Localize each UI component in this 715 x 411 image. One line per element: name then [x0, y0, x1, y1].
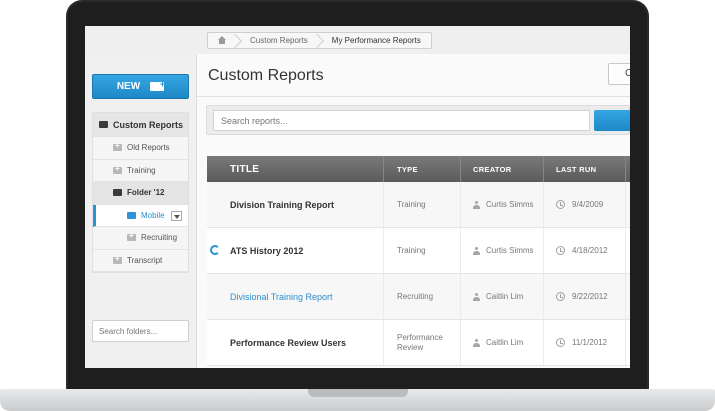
folder-icon: [127, 211, 136, 219]
user-icon: [473, 246, 480, 255]
search-button[interactable]: [594, 110, 630, 131]
report-creator: Curtis Simms: [461, 228, 544, 273]
table-header: TITLE TYPE CREATOR LAST RUN: [207, 156, 630, 182]
report-type: Training: [384, 182, 461, 227]
main-content: Custom Reports C TITLE TYPE CREATOR LAST…: [197, 54, 630, 368]
column-header-type[interactable]: TYPE: [384, 156, 461, 182]
report-creator: Curtis Simms: [461, 182, 544, 227]
folder-options-dropdown[interactable]: [171, 210, 182, 221]
creator-name: Curtis Simms: [486, 246, 534, 255]
folder-plus-icon: [113, 141, 122, 152]
divider: [197, 96, 630, 97]
table-row[interactable]: Divisional Training Report Recruiting Ca…: [207, 274, 630, 320]
tree-item-label: Transcript: [127, 255, 163, 265]
user-icon: [473, 292, 480, 301]
clock-icon: [556, 200, 565, 209]
report-creator: Caitlin Lim: [461, 274, 544, 319]
folder-search-input[interactable]: [92, 320, 189, 342]
clock-icon: [556, 246, 565, 255]
new-button[interactable]: NEW: [92, 74, 189, 99]
last-run-date: 9/22/2012: [572, 292, 608, 301]
user-icon: [473, 338, 480, 347]
report-creator: Caitlin Lim: [461, 320, 544, 365]
report-last-run: 11/1/2012: [544, 320, 626, 365]
report-last-run: 9/4/2009: [544, 182, 626, 227]
report-type: Training: [384, 228, 461, 273]
folder-icon: [99, 121, 108, 128]
report-title[interactable]: Divisional Training Report: [207, 274, 384, 319]
report-title[interactable]: ATS History 2012: [207, 228, 384, 273]
tree-item-label: Mobile: [141, 210, 165, 220]
home-icon: [218, 36, 226, 44]
clock-icon: [556, 338, 565, 347]
table-row[interactable]: ATS History 2012 Training Curtis Simms 4…: [207, 228, 630, 274]
tree-item-mobile[interactable]: Mobile: [93, 204, 188, 227]
report-type: Performance Review: [384, 320, 461, 365]
tree-item-label: Training: [127, 165, 156, 175]
report-last-run: 4/18/2012: [544, 228, 626, 273]
tree-item-folder-12[interactable]: Folder '12: [93, 182, 188, 205]
user-icon: [473, 200, 480, 209]
refresh-icon[interactable]: [210, 245, 220, 255]
last-run-date: 9/4/2009: [572, 200, 604, 209]
breadcrumb-custom-reports[interactable]: Custom Reports: [236, 33, 318, 48]
sidebar: NEW Custom Reports Old Reports Training …: [85, 54, 197, 368]
table-row[interactable]: Performance Review Users Performance Rev…: [207, 320, 630, 366]
folder-tree: Custom Reports Old Reports Training Fold…: [92, 112, 189, 273]
report-last-run: 9/22/2012: [544, 274, 626, 319]
tree-item-old-reports[interactable]: Old Reports: [93, 137, 188, 160]
tree-item-label: Recruiting: [141, 233, 178, 243]
creator-name: Caitlin Lim: [486, 338, 524, 347]
folder-plus-icon: [113, 164, 122, 174]
new-button-label: NEW: [116, 81, 141, 92]
column-header-title[interactable]: TITLE: [207, 156, 384, 182]
tree-item-recruiting[interactable]: Recruiting: [93, 227, 188, 250]
breadcrumb-my-performance-reports: My Performance Reports: [331, 36, 421, 45]
folder-plus-icon: [127, 231, 136, 242]
column-header-creator[interactable]: CREATOR: [461, 156, 544, 182]
tree-item-label: Folder '12: [127, 188, 165, 198]
app-screen: Custom Reports My Performance Reports NE…: [85, 26, 630, 368]
breadcrumb: Custom Reports My Performance Reports: [207, 32, 432, 49]
laptop-notch: [308, 389, 408, 397]
folder-plus-icon: [113, 254, 122, 264]
header-action-button[interactable]: C: [608, 63, 630, 85]
creator-name: Curtis Simms: [486, 200, 534, 209]
breadcrumb-home[interactable]: [208, 33, 236, 48]
report-type: Recruiting: [384, 274, 461, 319]
tree-item-custom-reports[interactable]: Custom Reports: [93, 113, 188, 137]
top-bar: Custom Reports My Performance Reports: [85, 26, 630, 54]
report-search-bar: [206, 105, 630, 135]
creator-name: Caitlin Lim: [486, 292, 524, 301]
report-title[interactable]: Performance Review Users: [207, 320, 384, 365]
tree-item-transcript[interactable]: Transcript: [93, 250, 188, 272]
last-run-date: 4/18/2012: [572, 246, 608, 255]
tree-item-label: Custom Reports: [113, 119, 184, 130]
last-run-date: 11/1/2012: [572, 338, 607, 347]
page-title: Custom Reports: [208, 67, 324, 84]
report-type-text: Performance Review: [397, 332, 443, 352]
column-header-last-run[interactable]: LAST RUN: [544, 156, 626, 182]
report-search-input[interactable]: [213, 110, 590, 131]
folder-open-icon: [113, 189, 122, 197]
tree-item-training[interactable]: Training: [93, 160, 188, 182]
tree-item-label: Old Reports: [127, 143, 170, 153]
column-header-extra: [626, 156, 630, 182]
new-folder-icon: [150, 79, 165, 91]
table-row[interactable]: Division Training Report Training Curtis…: [207, 182, 630, 228]
report-title[interactable]: Division Training Report: [207, 182, 384, 227]
reports-table: TITLE TYPE CREATOR LAST RUN Division Tra…: [207, 156, 630, 366]
clock-icon: [556, 292, 565, 301]
